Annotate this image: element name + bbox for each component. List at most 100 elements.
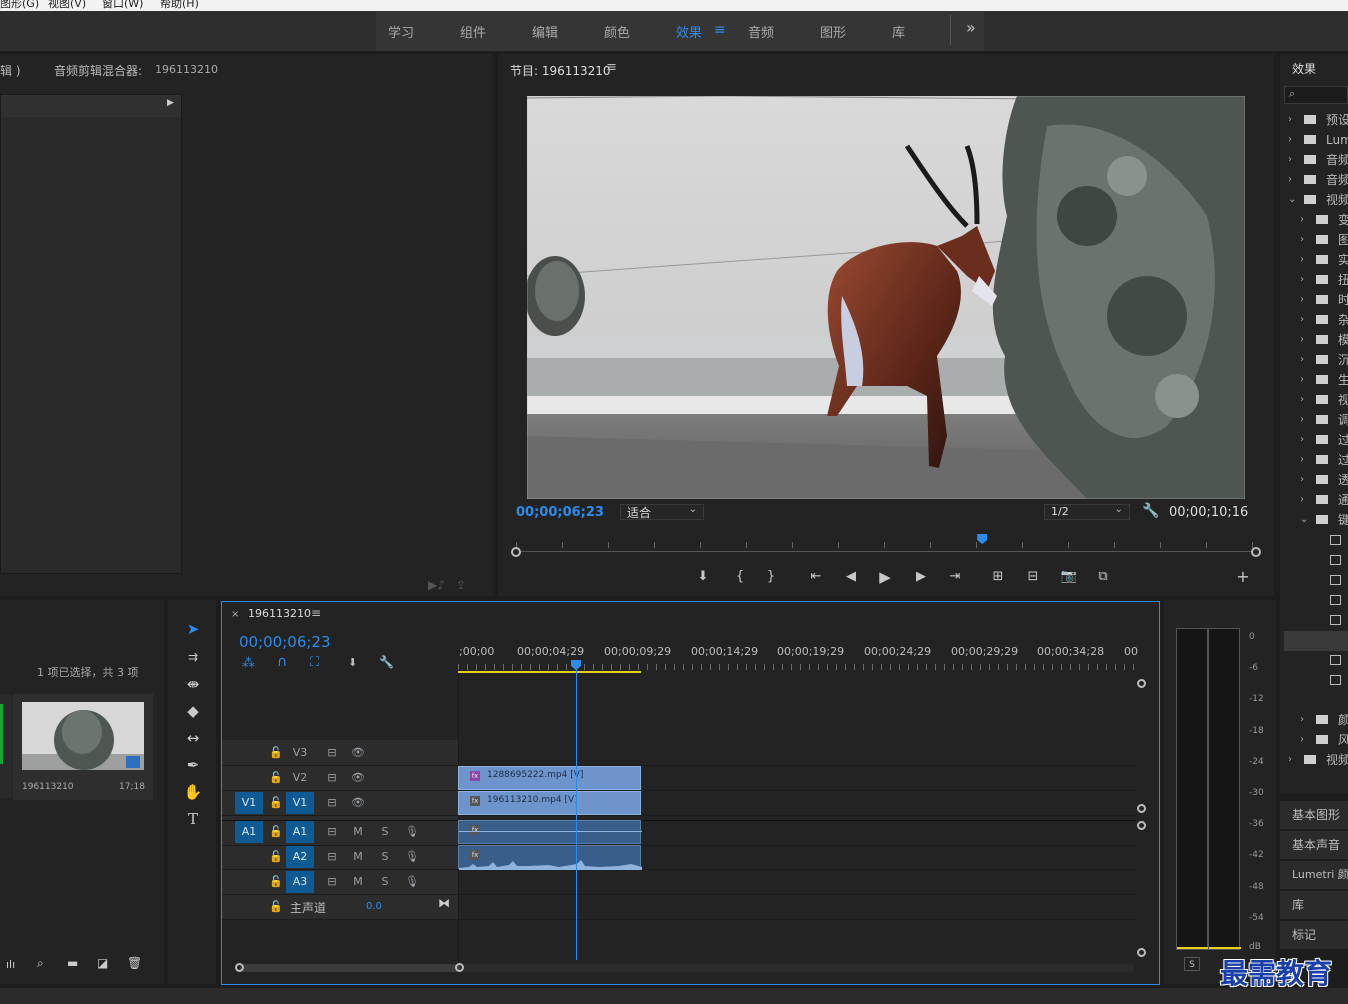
- effects-tree-item[interactable]: › 过: [1284, 450, 1348, 470]
- meter-solo-left[interactable]: S: [1184, 957, 1200, 971]
- extract-icon[interactable]: ⊟: [1022, 566, 1044, 588]
- effects-tree-item[interactable]: › 模: [1284, 330, 1348, 350]
- lock-master-icon[interactable]: 🔓: [262, 896, 290, 918]
- timeline-close-icon[interactable]: ×: [231, 609, 239, 620]
- effects-tree-item[interactable]: › 生: [1284, 370, 1348, 390]
- track-select-tool-icon[interactable]: ⇉: [181, 646, 205, 668]
- tab-editing[interactable]: 编辑: [532, 22, 558, 41]
- add-marker-timeline-icon[interactable]: ⬇: [348, 656, 357, 669]
- tab-libraries[interactable]: 库: [892, 22, 905, 41]
- sync-lock-a1-icon[interactable]: ⊟: [318, 821, 346, 843]
- zoom-left-handle[interactable]: [511, 547, 521, 557]
- razor-tool-icon[interactable]: ◆: [181, 700, 205, 722]
- timeline-settings-wrench-icon[interactable]: 🔧: [379, 655, 394, 669]
- effects-tree-item[interactable]: › 沉: [1284, 350, 1348, 370]
- timeline-timecode[interactable]: 00;00;06;23: [239, 633, 331, 651]
- add-marker-icon[interactable]: ⬇: [692, 566, 714, 588]
- eye-v2-icon[interactable]: 👁: [344, 767, 372, 789]
- effect-preset-item[interactable]: [1284, 570, 1348, 590]
- source-tab-prev[interactable]: 辑 ): [0, 62, 21, 79]
- nest-toggle-icon[interactable]: ⁂: [242, 656, 255, 671]
- hscroll-right-handle[interactable]: [455, 963, 464, 972]
- go-to-in-icon[interactable]: ⇤: [805, 566, 827, 588]
- effects-tree-item[interactable]: › 视: [1284, 390, 1348, 410]
- mic-a2-icon[interactable]: 🎙: [398, 846, 426, 868]
- step-forward-icon[interactable]: ▶: [910, 566, 932, 588]
- mic-a1-icon[interactable]: 🎙: [398, 821, 426, 843]
- tab-audio[interactable]: 音频: [748, 22, 774, 41]
- program-menu-icon[interactable]: ≡: [606, 60, 617, 75]
- button-editor-plus-icon[interactable]: +: [1232, 566, 1254, 588]
- menu-help[interactable]: 帮助(H): [160, 0, 199, 11]
- mute-a2-button[interactable]: M: [344, 846, 372, 868]
- snap-magnet-icon[interactable]: ∩: [277, 654, 287, 670]
- effects-tree-item[interactable]: › 音频: [1284, 170, 1348, 190]
- track-target-a3[interactable]: A3: [286, 871, 314, 893]
- pen-tool-icon[interactable]: ✒: [181, 754, 205, 776]
- clip-a1[interactable]: fx: [458, 820, 642, 844]
- mixer-expand-icon[interactable]: ▶: [167, 98, 174, 108]
- track-target-a1[interactable]: A1: [286, 821, 314, 843]
- effects-tree-item[interactable]: › 调: [1284, 410, 1348, 430]
- track-target-a2[interactable]: A2: [286, 846, 314, 868]
- effects-tree-item[interactable]: › 图: [1284, 230, 1348, 250]
- audio-scroll-top-handle[interactable]: [1137, 821, 1146, 830]
- horizontal-scroll-bar[interactable]: [240, 964, 1134, 972]
- source-patch-v1[interactable]: V1: [235, 792, 263, 814]
- project-item-green-clip[interactable]: [0, 694, 12, 798]
- export-frame-camera-icon[interactable]: 📷: [1058, 566, 1080, 588]
- sync-lock-v2-icon[interactable]: ⊟: [318, 767, 346, 789]
- effects-tree-item[interactable]: ⌄ 视频: [1284, 190, 1348, 210]
- effect-preset-item[interactable]: [1284, 590, 1348, 610]
- resolution-dropdown[interactable]: 1/2 ⌄: [1044, 504, 1130, 520]
- search-icon[interactable]: ⌕: [37, 956, 44, 971]
- workspace-overflow-icon[interactable]: »: [966, 18, 976, 37]
- track-target-v2[interactable]: V2: [286, 767, 314, 789]
- program-timecode[interactable]: 00;00;06;23: [516, 505, 604, 520]
- video-scroll-top-handle[interactable]: [1137, 679, 1146, 688]
- effects-tree-item[interactable]: › 视频: [1284, 750, 1348, 770]
- menu-view[interactable]: 视图(V): [48, 0, 86, 11]
- effects-tree-item[interactable]: › 风: [1284, 730, 1348, 750]
- effects-tree-item[interactable]: › 扭: [1284, 270, 1348, 290]
- effects-tree-item[interactable]: › 过: [1284, 430, 1348, 450]
- effect-preset-item[interactable]: [1284, 530, 1348, 550]
- export-icon[interactable]: ⇪: [456, 578, 466, 592]
- list-view-icon[interactable]: ılı: [6, 958, 15, 971]
- track-target-v3[interactable]: V3: [286, 742, 314, 764]
- effects-tree-item[interactable]: › 预设: [1284, 110, 1348, 130]
- sync-lock-v3-icon[interactable]: ⊟: [318, 742, 346, 764]
- effects-tree-item[interactable]: › 透: [1284, 470, 1348, 490]
- go-to-out-icon[interactable]: ⇥: [944, 566, 966, 588]
- side-libraries[interactable]: 库: [1280, 890, 1348, 919]
- tab-assembly[interactable]: 组件: [460, 22, 486, 41]
- menu-graphics[interactable]: 图形(G): [0, 0, 39, 11]
- effects-tree-item[interactable]: ⌄ 键: [1284, 510, 1348, 530]
- work-area-bar[interactable]: [458, 671, 641, 673]
- sync-lock-a3-icon[interactable]: ⊟: [318, 871, 346, 893]
- step-back-icon[interactable]: ◀: [840, 566, 862, 588]
- menu-window[interactable]: 窗口(W): [102, 0, 143, 11]
- hscroll-left-handle[interactable]: [235, 963, 244, 972]
- program-video-frame[interactable]: [527, 96, 1245, 499]
- new-bin-icon[interactable]: ▬: [67, 956, 78, 970]
- type-tool-icon[interactable]: T: [181, 808, 205, 830]
- video-scroll-bottom-handle[interactable]: [1137, 804, 1146, 813]
- effects-tree-item[interactable]: › 通: [1284, 490, 1348, 510]
- new-item-icon[interactable]: ◪: [97, 956, 108, 970]
- effects-title[interactable]: 效果: [1292, 60, 1316, 77]
- clip-a2[interactable]: fx: [458, 845, 642, 870]
- solo-a1-button[interactable]: S: [371, 821, 399, 843]
- ripple-edit-tool-icon[interactable]: ⇼: [181, 673, 205, 695]
- compare-view-icon[interactable]: ⧉: [1092, 566, 1114, 588]
- trash-icon[interactable]: 🗑: [127, 956, 142, 970]
- effect-preset-item[interactable]: [1284, 550, 1348, 570]
- slip-tool-icon[interactable]: ↔: [181, 727, 205, 749]
- tab-effects[interactable]: 效果: [676, 22, 702, 41]
- eye-v1-icon[interactable]: 👁: [344, 792, 372, 814]
- effects-search-field[interactable]: ⌕: [1284, 86, 1348, 104]
- tab-color[interactable]: 颜色: [604, 22, 630, 41]
- project-item-card[interactable]: 196113210 17;18: [13, 694, 153, 800]
- side-markers[interactable]: 标记: [1280, 920, 1348, 949]
- audio-mixer-title[interactable]: 音频剪辑混合器:: [54, 62, 142, 79]
